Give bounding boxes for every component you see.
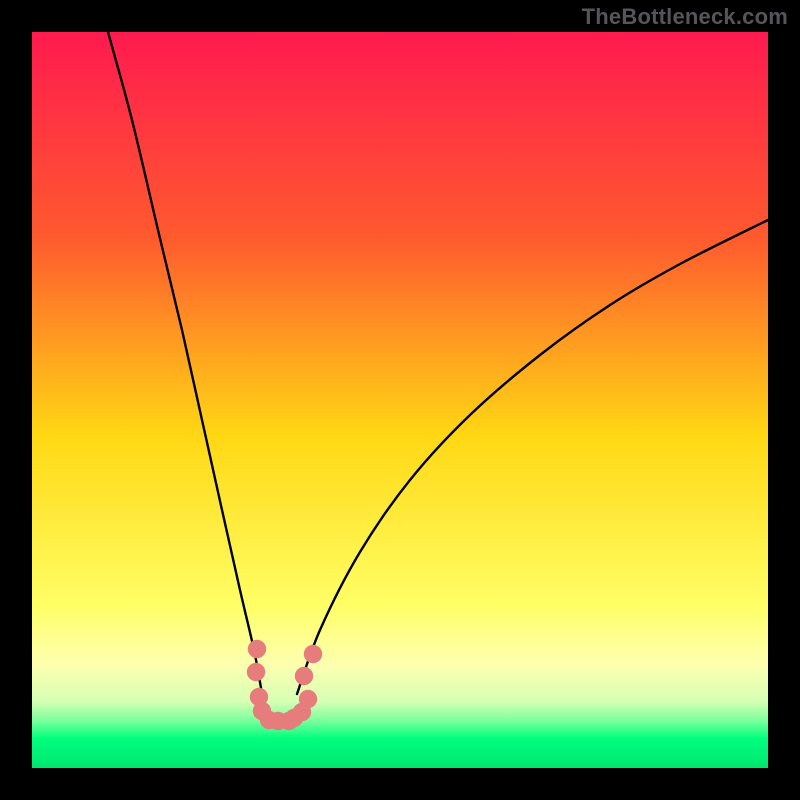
watermark-text: TheBottleneck.com bbox=[582, 4, 788, 30]
plot-background bbox=[32, 32, 768, 768]
highlight-dot bbox=[247, 663, 265, 681]
highlight-dot bbox=[304, 645, 322, 663]
highlight-dot bbox=[299, 690, 317, 708]
chart-frame: TheBottleneck.com bbox=[0, 0, 800, 800]
highlight-dot bbox=[295, 667, 313, 685]
highlight-dot bbox=[248, 640, 266, 658]
bottleneck-chart bbox=[0, 0, 800, 800]
